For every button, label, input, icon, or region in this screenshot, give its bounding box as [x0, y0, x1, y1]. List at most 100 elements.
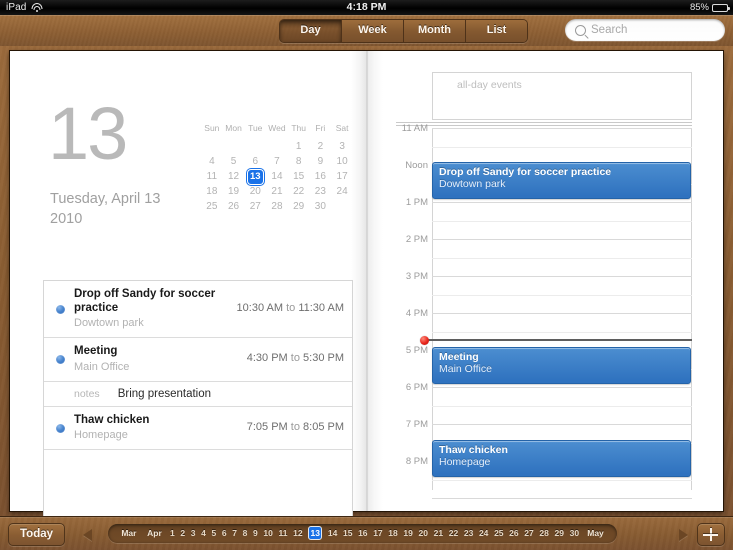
tab-month[interactable]: Month: [404, 20, 466, 42]
mini-calendar-day[interactable]: 26: [223, 199, 245, 214]
tab-day[interactable]: Day: [280, 20, 342, 42]
mini-calendar-day-empty: [244, 139, 266, 154]
hour-row[interactable]: 11 AM: [396, 123, 692, 165]
mini-calendar-day[interactable]: 4: [201, 154, 223, 169]
scrubber-item-day[interactable]: 2: [178, 524, 188, 543]
mini-calendar-day[interactable]: 8: [288, 154, 310, 169]
scrubber-item-day[interactable]: 10: [261, 524, 276, 543]
scrubber-item-selected[interactable]: 13: [305, 524, 325, 543]
scrubber-item-day[interactable]: 22: [446, 524, 461, 543]
scrubber-item-day[interactable]: 18: [385, 524, 400, 543]
scrubber-item-day[interactable]: 23: [461, 524, 476, 543]
mini-calendar-day[interactable]: 14: [266, 169, 288, 184]
mini-calendar-day[interactable]: 16: [310, 169, 332, 184]
scrubber-item-month[interactable]: Mar: [116, 524, 142, 543]
mini-calendar-day[interactable]: 24: [331, 184, 353, 199]
half-hour-gridline: [432, 257, 692, 259]
scrubber-item-day[interactable]: 8: [240, 524, 250, 543]
mini-calendar-day[interactable]: 6: [244, 154, 266, 169]
scrubber-item-day[interactable]: 17: [370, 524, 385, 543]
scrubber-item-day[interactable]: 1: [167, 524, 177, 543]
mini-calendar-day[interactable]: 19: [223, 184, 245, 199]
hour-row[interactable]: 4 PM: [396, 308, 692, 350]
mini-calendar-day[interactable]: 22: [288, 184, 310, 199]
event-location: Homepage: [74, 429, 128, 441]
scrubber-item-day[interactable]: 9: [250, 524, 260, 543]
event-list-item[interactable]: Meeting Main Office 4:30 PM to 5:30 PM: [44, 338, 352, 382]
timeline-event-block[interactable]: Thaw chicken Homepage: [432, 440, 691, 477]
scrubber-item-day[interactable]: 26: [506, 524, 521, 543]
scrubber-item-day[interactable]: 29: [552, 524, 567, 543]
mini-calendar-day[interactable]: 21: [266, 184, 288, 199]
arrow-right-icon[interactable]: [679, 529, 688, 541]
scrubber-item-day[interactable]: 11: [276, 524, 291, 543]
scrubber-item-day[interactable]: 6: [219, 524, 229, 543]
scrubber-item-day[interactable]: 27: [521, 524, 536, 543]
all-day-events-section[interactable]: all-day events: [432, 72, 692, 120]
event-list-item[interactable]: Thaw chicken Homepage 7:05 PM to 8:05 PM: [44, 407, 352, 450]
date-scrubber[interactable]: Mar Apr 1 2 3 4 5 6 7 8 9 10 11 12 13 14 15 16 17 18 19 20 21 2…: [108, 524, 617, 543]
scrubber-item-day[interactable]: 4: [198, 524, 208, 543]
scrubber-item-day[interactable]: 19: [401, 524, 416, 543]
tab-week[interactable]: Week: [342, 20, 404, 42]
event-notes-row[interactable]: notes Bring presentation: [44, 382, 352, 407]
mini-calendar[interactable]: Sun Mon Tue Wed Thu Fri Sat 1 2 3 4 5 6 7 8 9 10 11 12 13 1…: [201, 123, 353, 214]
hour-row[interactable]: 3 PM: [396, 271, 692, 313]
tab-list[interactable]: List: [466, 20, 527, 42]
scrubber-item-day[interactable]: 5: [209, 524, 219, 543]
scrubber-item-day[interactable]: 16: [355, 524, 370, 543]
today-button[interactable]: Today: [8, 523, 66, 546]
scrubber-item-day[interactable]: 12: [290, 524, 305, 543]
mini-calendar-day[interactable]: 11: [201, 169, 223, 184]
mini-calendar-day[interactable]: 2: [310, 139, 332, 154]
scrubber-item-day[interactable]: 14: [325, 524, 340, 543]
event-time-separator: to: [290, 420, 300, 433]
mini-calendar-day[interactable]: 23: [310, 184, 332, 199]
mini-calendar-day[interactable]: 30: [310, 199, 332, 214]
mini-calendar-day-selected[interactable]: 13: [244, 169, 266, 184]
hour-row[interactable]: 2 PM: [396, 234, 692, 276]
day-timeline[interactable]: all-day events 11 AM Noon 1 PM 2 PM 3 PM 4 PM…: [396, 72, 692, 499]
event-list[interactable]: Drop off Sandy for soccer practice Dowtow…: [43, 280, 353, 538]
mini-calendar-weekday: Wed: [268, 123, 286, 133]
half-hour-gridline: [432, 220, 692, 222]
mini-calendar-day[interactable]: 20: [244, 184, 266, 199]
timeline-event-block[interactable]: Meeting Main Office: [432, 347, 691, 384]
mini-calendar-day[interactable]: 3: [331, 139, 353, 154]
mini-calendar-day[interactable]: 10: [331, 154, 353, 169]
scrubber-item-day[interactable]: 30: [567, 524, 582, 543]
mini-calendar-day[interactable]: 15: [288, 169, 310, 184]
mini-calendar-day[interactable]: 18: [201, 184, 223, 199]
scrubber-item-day[interactable]: 20: [416, 524, 431, 543]
scrubber-item-day[interactable]: 15: [340, 524, 355, 543]
add-event-button[interactable]: [697, 523, 725, 546]
event-end-time: 8:05 PM: [303, 420, 344, 433]
hour-row[interactable]: 6 PM: [396, 382, 692, 424]
view-mode-segmented-control[interactable]: Day Week Month List: [279, 19, 528, 43]
scrubber-item-day[interactable]: 25: [491, 524, 506, 543]
mini-calendar-day[interactable]: 29: [288, 199, 310, 214]
mini-calendar-day[interactable]: 9: [310, 154, 332, 169]
mini-calendar-day[interactable]: 17: [331, 169, 353, 184]
event-notes-value: Bring presentation: [117, 387, 212, 400]
timeline-event-block[interactable]: Drop off Sandy for soccer practice Dowtow…: [432, 162, 691, 199]
mini-calendar-day[interactable]: 5: [223, 154, 245, 169]
mini-calendar-day[interactable]: 28: [266, 199, 288, 214]
scrubber-item-month[interactable]: Apr: [142, 524, 167, 543]
mini-calendar-day-empty: [223, 139, 245, 154]
mini-calendar-day[interactable]: 25: [201, 199, 223, 214]
hour-row[interactable]: 1 PM: [396, 197, 692, 239]
mini-calendar-day[interactable]: 1: [288, 139, 310, 154]
scrubber-item-day[interactable]: 3: [188, 524, 198, 543]
scrubber-item-day[interactable]: 28: [537, 524, 552, 543]
scrubber-item-day[interactable]: 24: [476, 524, 491, 543]
arrow-left-icon[interactable]: [83, 529, 92, 541]
mini-calendar-day[interactable]: 27: [244, 199, 266, 214]
scrubber-item-month[interactable]: May: [582, 524, 609, 543]
mini-calendar-day[interactable]: 7: [266, 154, 288, 169]
search-field[interactable]: Search: [565, 19, 725, 41]
scrubber-item-day[interactable]: 7: [229, 524, 239, 543]
mini-calendar-day[interactable]: 12: [223, 169, 245, 184]
event-list-item[interactable]: Drop off Sandy for soccer practice Dowtow…: [44, 281, 352, 338]
scrubber-item-day[interactable]: 21: [431, 524, 446, 543]
